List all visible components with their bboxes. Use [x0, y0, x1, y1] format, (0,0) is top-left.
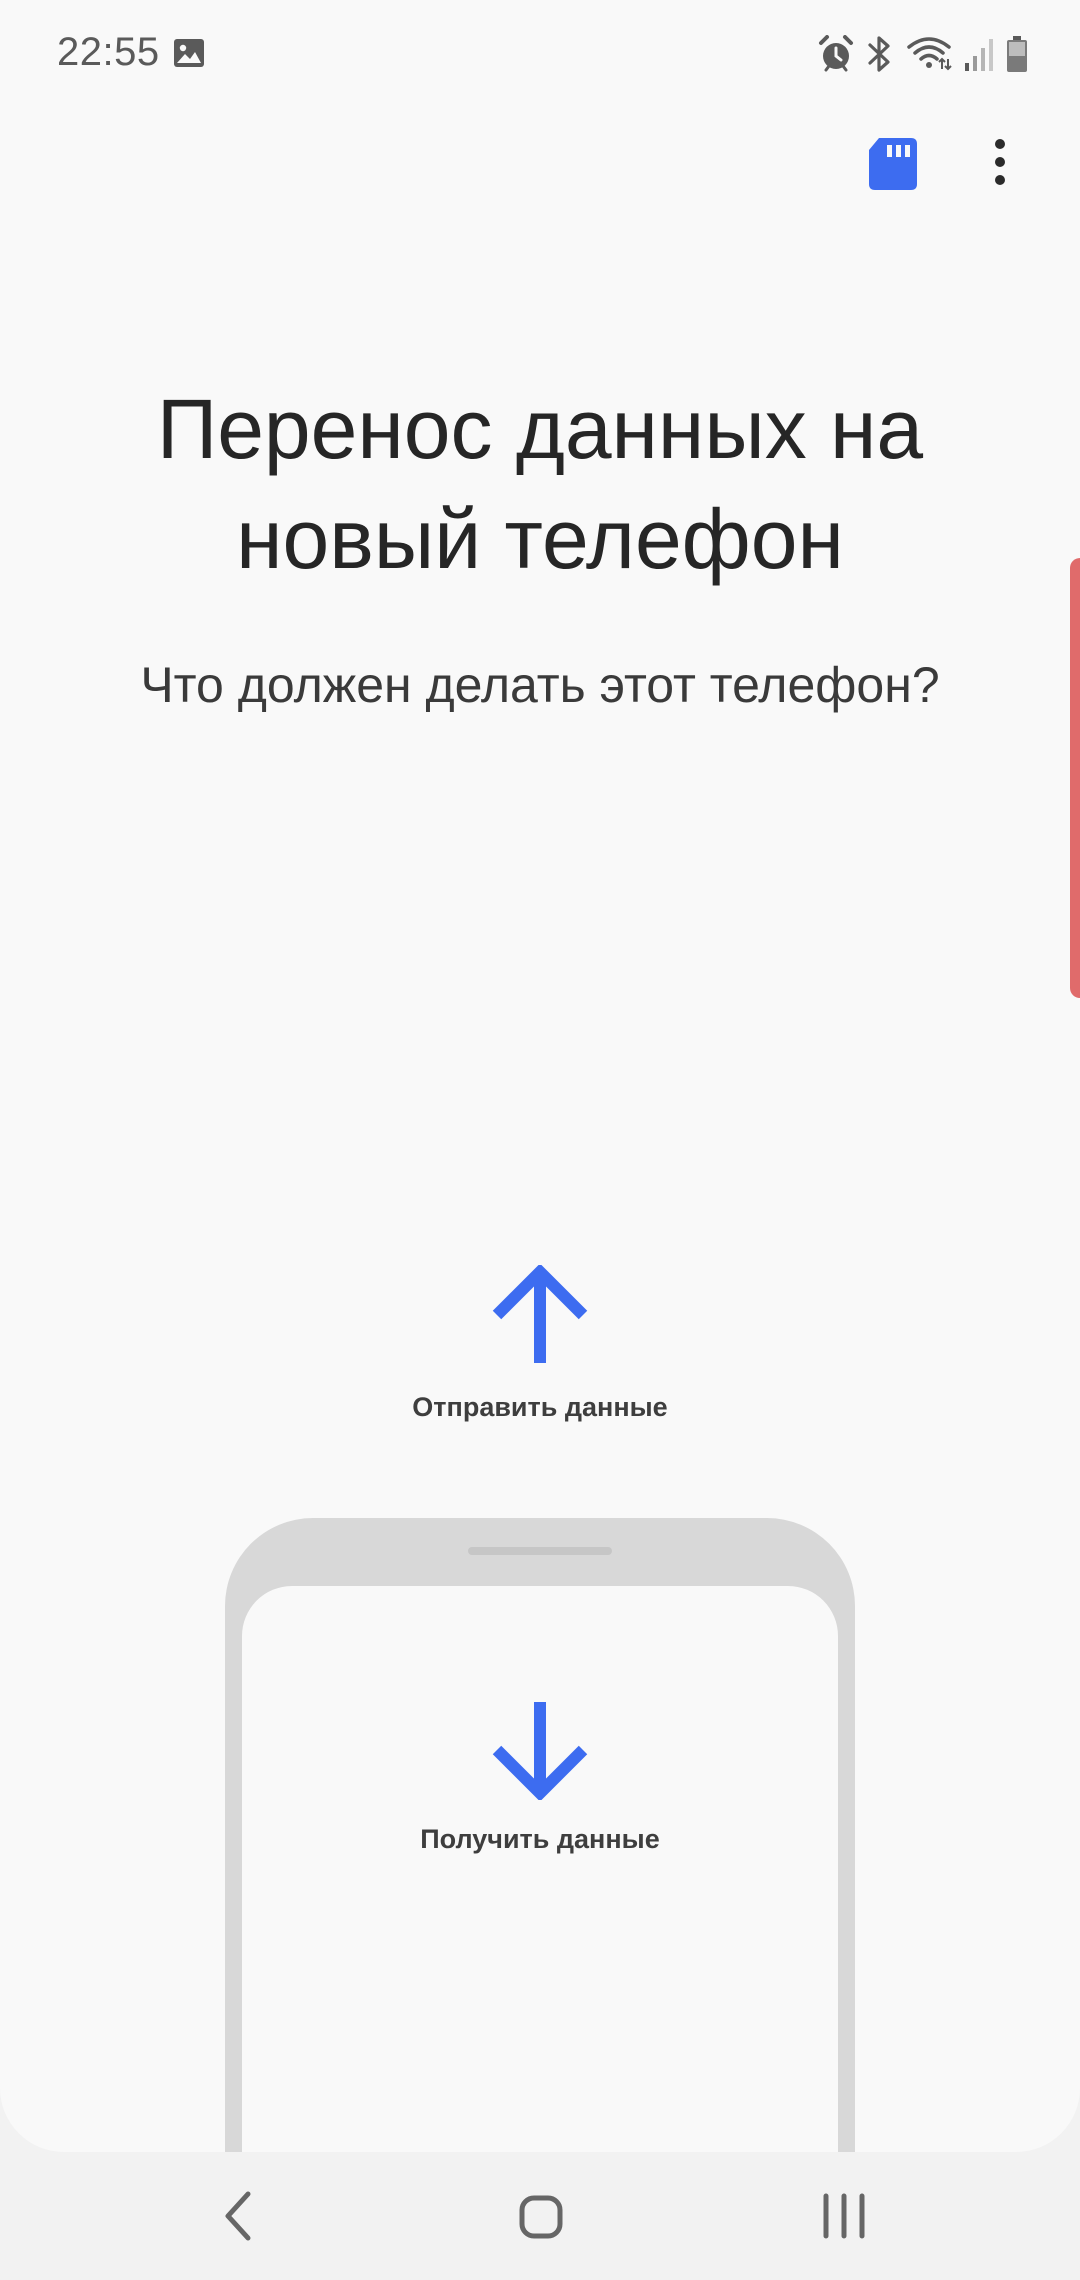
gallery-icon	[174, 39, 204, 67]
wifi-icon	[907, 37, 952, 71]
arrow-down-icon	[492, 1702, 588, 1800]
page-title: Перенос данных на новый телефон	[156, 382, 924, 586]
arrow-up-icon	[492, 1265, 588, 1363]
status-bar: 22:55	[0, 0, 1080, 110]
bluetooth-icon	[868, 36, 890, 72]
status-time: 22:55	[57, 30, 160, 74]
phone-screen	[242, 1586, 838, 2152]
back-icon[interactable]	[200, 2176, 280, 2256]
home-icon[interactable]	[500, 2176, 580, 2256]
signal-icon	[965, 39, 993, 71]
navigation-bar	[0, 2152, 1080, 2280]
send-data-label[interactable]: Отправить данные	[340, 1392, 740, 1423]
battery-icon	[1007, 36, 1027, 72]
recents-icon[interactable]	[804, 2176, 884, 2256]
more-options-icon[interactable]	[972, 134, 1028, 190]
alarm-icon	[819, 35, 853, 72]
receive-data-label[interactable]: Получить данные	[340, 1824, 740, 1855]
status-icons	[806, 32, 1028, 76]
phone-speaker	[468, 1547, 612, 1555]
sd-card-icon[interactable]	[865, 134, 921, 190]
page-subtitle: Что должен делать этот телефон?	[140, 657, 940, 713]
edge-panel-handle[interactable]	[1070, 558, 1080, 998]
screen: 22:55 Перенос данных на новый телефон Чт…	[0, 0, 1080, 2152]
